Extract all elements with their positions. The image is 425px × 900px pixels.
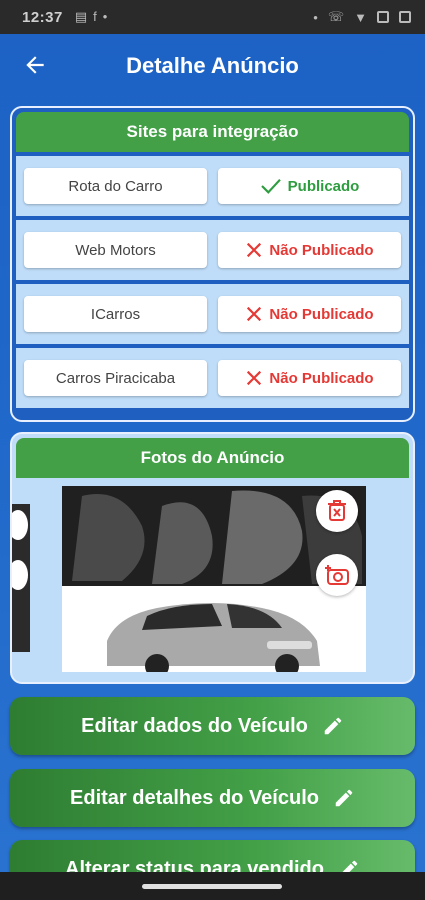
car-exterior-photo xyxy=(62,586,366,672)
previous-photo-peek[interactable] xyxy=(12,504,30,652)
photo-card[interactable] xyxy=(62,486,366,672)
home-gesture-handle[interactable] xyxy=(142,884,282,889)
peek-button xyxy=(12,510,28,540)
site-row: Web Motors Não Publicado xyxy=(16,220,409,280)
trash-icon xyxy=(328,500,346,521)
close-icon xyxy=(247,370,262,386)
site-name[interactable]: Carros Piracicaba xyxy=(24,360,207,396)
system-nav-bar xyxy=(0,872,425,900)
sites-integration-panel: Sites para integração Rota do Carro Publ… xyxy=(10,106,415,422)
site-status[interactable]: Não Publicado xyxy=(218,232,401,268)
app-bar: Detalhe Anúncio xyxy=(0,34,425,98)
edit-vehicle-details-label: Editar detalhes do Veículo xyxy=(70,786,319,809)
camera-add-icon xyxy=(325,565,349,585)
battery-icon xyxy=(399,11,411,23)
arrow-left-icon[interactable] xyxy=(22,52,48,78)
dot-icon: • xyxy=(313,9,318,25)
car-image xyxy=(62,586,366,672)
page-title: Detalhe Anúncio xyxy=(126,53,299,78)
photos-panel: Fotos do Anúncio xyxy=(10,432,415,684)
add-photo-button[interactable] xyxy=(316,554,358,596)
edit-vehicle-data-label: Editar dados do Veículo xyxy=(81,714,308,737)
signal-icon xyxy=(377,11,389,23)
site-row: ICarros Não Publicado xyxy=(16,284,409,344)
peek-button xyxy=(12,560,28,590)
sites-panel-title: Sites para integração xyxy=(16,112,409,152)
edit-vehicle-details-button[interactable]: Editar detalhes do Veículo xyxy=(10,769,415,827)
facebook-icon: f xyxy=(93,9,97,24)
site-status-label: Não Publicado xyxy=(269,305,374,323)
close-icon xyxy=(247,306,262,322)
site-status[interactable]: Não Publicado xyxy=(218,296,401,332)
system-icons: • ☏ ▼ xyxy=(313,9,411,25)
site-status-label: Publicado xyxy=(287,177,360,195)
vibrate-icon: ☏ xyxy=(327,9,345,24)
notification-icons: ▤ f • xyxy=(75,9,107,25)
edit-vehicle-data-button[interactable]: Editar dados do Veículo xyxy=(10,697,415,755)
check-icon xyxy=(260,178,281,194)
site-name[interactable]: Rota do Carro xyxy=(24,168,207,204)
site-status[interactable]: Publicado xyxy=(218,168,401,204)
site-name[interactable]: Web Motors xyxy=(24,232,207,268)
dot-icon: • xyxy=(102,9,108,24)
site-status[interactable]: Não Publicado xyxy=(218,360,401,396)
photos-panel-title: Fotos do Anúncio xyxy=(16,438,409,478)
close-icon xyxy=(247,242,262,258)
status-bar: 12:37 ▤ f • • ☏ ▼ xyxy=(0,0,425,34)
site-row: Rota do Carro Publicado xyxy=(16,156,409,216)
site-name[interactable]: ICarros xyxy=(24,296,207,332)
site-status-label: Não Publicado xyxy=(269,369,374,387)
message-icon: ▤ xyxy=(74,9,88,24)
wifi-icon: ▼ xyxy=(354,9,367,25)
status-time: 12:37 xyxy=(22,8,63,26)
site-row: Carros Piracicaba Não Publicado xyxy=(16,348,409,408)
site-status-label: Não Publicado xyxy=(269,241,374,259)
pencil-icon xyxy=(335,789,353,807)
delete-photo-button[interactable] xyxy=(316,490,358,532)
pencil-icon xyxy=(324,717,342,735)
